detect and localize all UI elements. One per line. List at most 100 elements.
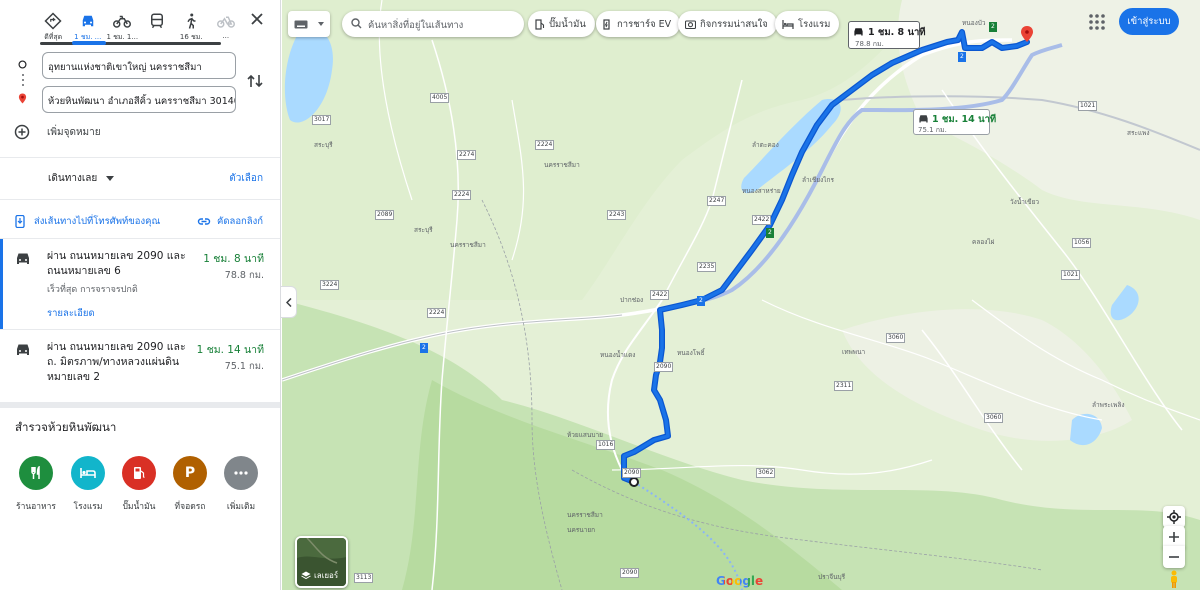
route-number: 2224 (452, 190, 472, 200)
start-input[interactable]: อุทยานแห่งชาติเขาใหญ่ นครราชสีมา (42, 52, 236, 79)
mode-bicycle[interactable]: ... (209, 8, 244, 44)
options-button[interactable]: ตัวเลือก (229, 171, 263, 186)
category-more[interactable]: เพิ่มเติม (217, 456, 265, 513)
route-option-2[interactable]: ผ่าน ถนนหมายเลข 2090 และ ถ. มิตรภาพ/ทางห… (0, 330, 280, 402)
route-number: 2089 (375, 210, 395, 220)
route-number: 2247 (707, 196, 727, 206)
divider (0, 199, 280, 200)
street-view-pegman[interactable] (1164, 569, 1184, 589)
chip-hotels-label: โรงแรม (798, 18, 831, 30)
car-icon (82, 15, 93, 27)
route-number: 2090 (620, 568, 640, 578)
best-route-icon (44, 12, 62, 30)
chip-attractions[interactable]: กิจกรรมน่าสนใจ (678, 11, 777, 37)
place-label: คลองไผ่ (972, 238, 995, 246)
mode-best[interactable]: ดีที่สุด (36, 8, 71, 44)
divider (0, 157, 280, 158)
chevron-left-icon (285, 297, 292, 307)
layers-icon (301, 571, 311, 580)
car-icon (17, 344, 29, 355)
place-label: ปราจีนบุรี (818, 573, 846, 581)
route-1-callout[interactable]: 1 ชม. 8 นาที 78.8 กม. (848, 21, 926, 49)
destination-input[interactable]: ห้วยหินพัฒนา อำเภอสีคิ้ว นครราชสีมา 3014… (42, 86, 236, 113)
zoom-in-button[interactable] (1163, 526, 1185, 548)
route-number: 1021 (1061, 270, 1081, 280)
send-to-phone-button[interactable]: ส่งเส้นทางไปที่โทรศัพท์ของคุณ (15, 214, 160, 229)
layers-button[interactable]: เลเยอร์ (295, 536, 348, 588)
route-1-details-link[interactable]: รายละเอียด (47, 306, 95, 321)
route-number: 2422 (650, 290, 670, 300)
category-gas-station[interactable]: ปั๊มน้ำมัน (115, 456, 163, 513)
highway-shield: 2 (420, 343, 428, 353)
keyboard-shortcuts-button[interactable] (288, 11, 330, 37)
camera-icon (685, 20, 696, 29)
search-along-route-input[interactable]: ค้นหาสิ่งที่อยู่ในเส้นทาง (342, 11, 524, 37)
route-2-time: 1 ชม. 14 นาที (196, 344, 264, 356)
my-location-icon (1167, 510, 1181, 524)
close-icon (251, 13, 263, 25)
route-number: 1021 (1078, 101, 1098, 111)
zoom-out-button[interactable] (1163, 546, 1185, 568)
callout-2-distance: 75.1 กม. (918, 126, 947, 134)
apps-grid-icon[interactable] (1087, 12, 1107, 32)
route-number: 3113 (354, 573, 374, 583)
mode-walking[interactable]: 16 ชม. (174, 8, 209, 44)
highway-shield: 2 (766, 228, 774, 238)
place-label: ลำเชียงไกร (802, 176, 834, 184)
route-number: 3060 (984, 413, 1004, 423)
place-label: เทพพนา (842, 348, 866, 356)
copy-link-label: คัดลอกลิงก์ (216, 216, 263, 227)
category-hotel-label: โรงแรม (73, 502, 103, 512)
category-parking[interactable]: P ที่จอดรถ (166, 456, 214, 513)
add-destination-button[interactable]: เพิ่มจุดหมาย (14, 124, 101, 140)
route-number: 1056 (1072, 238, 1092, 248)
my-location-button[interactable] (1163, 506, 1185, 528)
leave-now-dropdown[interactable]: เดินทางเลย (48, 171, 115, 186)
directions-panel: ดีที่สุด 1 ชม. ... 1 ชม. 1... 16 ชม. ... (0, 0, 281, 590)
place-label: นครราชสีมา (567, 511, 603, 519)
place-label: หนองโพธิ์ (677, 349, 705, 357)
route-number: 2274 (457, 150, 477, 160)
minus-icon (1169, 556, 1179, 558)
collapse-panel-button[interactable] (281, 286, 297, 318)
active-mode-indicator (72, 41, 106, 45)
swap-icon[interactable] (246, 72, 264, 90)
route-number: 3017 (312, 115, 332, 125)
route-2-callout[interactable]: 1 ชม. 14 นาที 75.1 กม. (913, 109, 996, 135)
google-logo-text: Google (716, 574, 764, 588)
route-1-time: 1 ชม. 8 นาที (203, 253, 264, 265)
chip-gas-stations[interactable]: ปั๊มน้ำมัน (528, 11, 595, 37)
hotel-icon (782, 19, 794, 29)
close-directions-button[interactable] (244, 6, 270, 32)
route-2-name: ผ่าน ถนนหมายเลข 2090 และ ถ. มิตรภาพ/ทางห… (47, 341, 186, 383)
route-number: 2224 (535, 140, 555, 150)
place-label: ห้วยแสนบาย (567, 431, 603, 439)
mode-bar-divider (40, 42, 221, 45)
route-option-1[interactable]: ผ่าน ถนนหมายเลข 2090 และ ถนนหมายเลข 6 1 … (0, 239, 280, 329)
place-label: ปากช่อง (620, 296, 644, 304)
link-icon (197, 218, 211, 225)
map-canvas[interactable]: สระบุรี สระบุรี นครราชสีมา นครราชสีมา ลำ… (282, 0, 1200, 590)
waypoint-dots-icon (22, 74, 24, 86)
explore-title: สำรวจห้วยหินพัฒนา (15, 420, 117, 434)
category-hotel[interactable]: โรงแรม (64, 456, 112, 513)
chip-hotels[interactable]: โรงแรม (775, 11, 840, 37)
callout-1-time: 1 ชม. 8 นาที (868, 27, 926, 38)
map-base (282, 0, 1200, 590)
route-number: 2311 (834, 381, 854, 391)
category-restaurant[interactable]: ร้านอาหาร (12, 456, 60, 513)
route-number: 3224 (320, 280, 340, 290)
chip-ev-charging[interactable]: การชาร์จ EV (596, 11, 681, 37)
parking-icon: P (173, 456, 207, 490)
sign-in-button[interactable]: เข้าสู่ระบบ (1119, 8, 1179, 35)
mode-motorcycle[interactable]: 1 ชม. 1... (105, 8, 140, 44)
section-divider (0, 402, 280, 408)
mode-transit[interactable] (140, 8, 175, 44)
search-icon (351, 18, 362, 29)
route-number: 2243 (607, 210, 627, 220)
route-2-distance: 75.1 กม. (224, 361, 264, 372)
copy-link-button[interactable]: คัดลอกลิงก์ (197, 214, 263, 229)
route-number: 3062 (756, 468, 776, 478)
mode-car[interactable]: 1 ชม. ... (71, 8, 106, 44)
restaurant-icon (19, 456, 53, 490)
